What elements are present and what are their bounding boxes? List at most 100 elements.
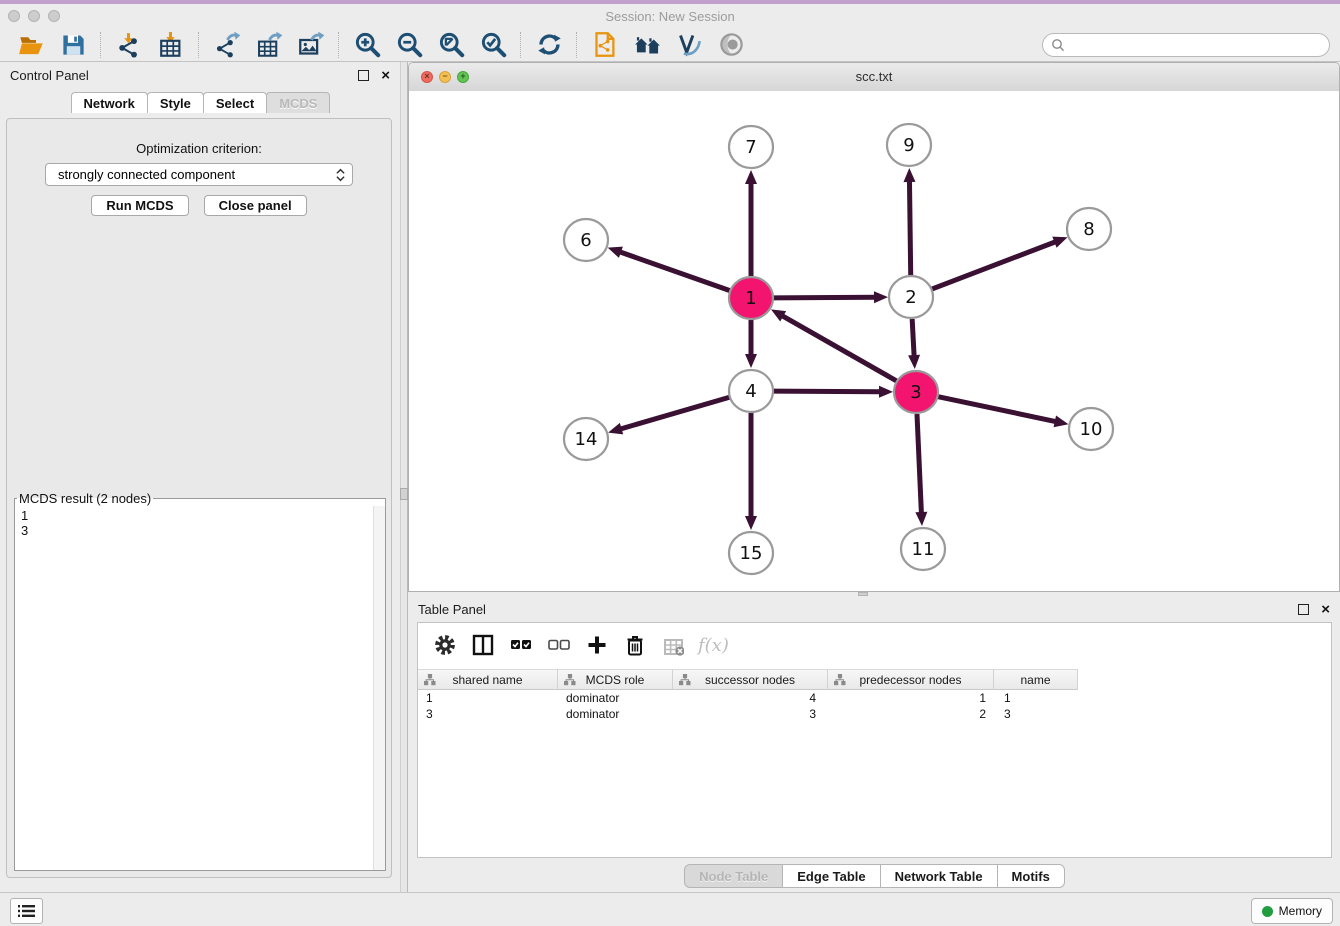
- network-canvas[interactable]: 7 9 6 8 1 2 4 3 14 10 15 11: [409, 91, 1339, 591]
- column-header-MCDS-role[interactable]: MCDS role: [558, 669, 673, 690]
- node-label: 2: [905, 287, 916, 308]
- memory-status-icon: [1262, 906, 1273, 917]
- cell-name[interactable]: 1: [994, 690, 1078, 706]
- graph-node-9[interactable]: 9: [887, 124, 931, 166]
- edge-3-11[interactable]: [917, 414, 921, 514]
- column-header-predecessor-nodes[interactable]: predecessor nodes: [828, 669, 994, 690]
- main-toolbar: [0, 28, 1340, 62]
- column-label: shared name: [452, 673, 522, 687]
- column-view-icon[interactable]: [468, 630, 498, 660]
- cell-successor-nodes[interactable]: 3: [673, 706, 828, 722]
- edge-3-1[interactable]: [781, 315, 896, 381]
- zoom-out-icon[interactable]: [394, 30, 424, 60]
- table-row[interactable]: 3dominator323: [418, 706, 1331, 722]
- cell-MCDS-role[interactable]: dominator: [558, 706, 673, 722]
- column-type-icon: [679, 674, 691, 689]
- edge-3-10[interactable]: [938, 397, 1057, 422]
- graph-node-1[interactable]: 1: [729, 277, 773, 319]
- cell-shared-name[interactable]: 1: [418, 690, 558, 706]
- run-mcds-button[interactable]: Run MCDS: [91, 195, 188, 216]
- column-header-successor-nodes[interactable]: successor nodes: [673, 669, 828, 690]
- vizmapper-icon[interactable]: [674, 30, 704, 60]
- refresh-icon[interactable]: [534, 30, 564, 60]
- edge-2-3[interactable]: [912, 319, 914, 357]
- import-network-icon[interactable]: [114, 30, 144, 60]
- column-header-name[interactable]: name: [994, 669, 1078, 690]
- graph-node-6[interactable]: 6: [564, 219, 608, 261]
- vertical-splitter[interactable]: [400, 62, 408, 892]
- edge-arrowhead-1-6: [608, 247, 623, 258]
- export-table-icon[interactable]: [254, 30, 284, 60]
- delete-icon[interactable]: [620, 630, 650, 660]
- edge-4-3[interactable]: [773, 391, 881, 392]
- tab-mcds[interactable]: MCDS: [266, 92, 330, 113]
- tab-network[interactable]: Network: [71, 92, 148, 113]
- edge-4-14[interactable]: [620, 397, 730, 429]
- close-table-panel-icon[interactable]: ×: [1321, 605, 1330, 614]
- edge-2-9[interactable]: [909, 180, 910, 275]
- column-type-icon: [424, 674, 436, 689]
- zoom-selected-icon[interactable]: [478, 30, 508, 60]
- column-header-shared-name[interactable]: shared name: [418, 669, 558, 690]
- export-image-icon[interactable]: [296, 30, 326, 60]
- select-all-icon[interactable]: [506, 630, 536, 660]
- select-stepper-icon: [336, 168, 345, 182]
- graph-node-8[interactable]: 8: [1067, 208, 1111, 250]
- result-scrollbar[interactable]: [373, 506, 385, 870]
- graph-node-11[interactable]: 11: [901, 528, 945, 570]
- cell-name[interactable]: 3: [994, 706, 1078, 722]
- add-icon[interactable]: [582, 630, 612, 660]
- close-panel-button[interactable]: Close panel: [204, 195, 307, 216]
- tab-edge-table[interactable]: Edge Table: [782, 864, 880, 888]
- edge-1-6[interactable]: [619, 252, 730, 291]
- mcds-result-fieldset: MCDS result (2 nodes) 13: [14, 491, 386, 871]
- criterion-select[interactable]: strongly connected component: [45, 163, 353, 186]
- mcds-result-textarea[interactable]: 13: [15, 506, 385, 870]
- search-input[interactable]: [1070, 37, 1321, 53]
- edge-1-2[interactable]: [773, 297, 876, 298]
- task-history-button[interactable]: [10, 898, 43, 924]
- cell-predecessor-nodes[interactable]: 2: [828, 706, 994, 722]
- close-panel-icon[interactable]: ×: [381, 71, 390, 80]
- save-icon[interactable]: [58, 30, 88, 60]
- memory-button[interactable]: Memory: [1251, 898, 1333, 924]
- unselect-all-icon[interactable]: [544, 630, 574, 660]
- open-folder-icon[interactable]: [16, 30, 46, 60]
- cell-shared-name[interactable]: 3: [418, 706, 558, 722]
- graph-node-4[interactable]: 4: [729, 370, 773, 412]
- tab-motifs[interactable]: Motifs: [997, 864, 1065, 888]
- cell-MCDS-role[interactable]: dominator: [558, 690, 673, 706]
- tab-network-table[interactable]: Network Table: [880, 864, 998, 888]
- gear-icon[interactable]: [430, 630, 460, 660]
- graph-node-14[interactable]: 14: [564, 418, 608, 460]
- graph-node-7[interactable]: 7: [729, 126, 773, 168]
- edge-2-8[interactable]: [932, 241, 1057, 289]
- graph-node-3[interactable]: 3: [894, 371, 938, 413]
- toolbar-separator: [338, 32, 340, 58]
- import-table-icon[interactable]: [156, 30, 186, 60]
- table-row[interactable]: 1dominator411: [418, 690, 1331, 706]
- eye-icon[interactable]: [716, 30, 746, 60]
- tab-style[interactable]: Style: [147, 92, 204, 113]
- edge-arrowhead-1-2: [874, 291, 888, 303]
- graph-node-10[interactable]: 10: [1069, 408, 1113, 450]
- tab-select[interactable]: Select: [203, 92, 267, 113]
- float-panel-icon[interactable]: [358, 70, 369, 81]
- network-window-titlebar[interactable]: × − + scc.txt: [409, 63, 1339, 92]
- graph-node-2[interactable]: 2: [889, 276, 933, 318]
- float-table-panel-icon[interactable]: [1298, 604, 1309, 615]
- tab-node-table[interactable]: Node Table: [684, 864, 783, 888]
- graph-node-15[interactable]: 15: [729, 532, 773, 574]
- cell-successor-nodes[interactable]: 4: [673, 690, 828, 706]
- home-icon[interactable]: [632, 30, 662, 60]
- zoom-in-icon[interactable]: [352, 30, 382, 60]
- search-box[interactable]: [1042, 33, 1330, 57]
- network-graph[interactable]: 7 9 6 8 1 2 4 3 14 10 15 11: [409, 91, 1339, 591]
- vertical-splitter-handle[interactable]: [400, 488, 408, 500]
- network-file-icon[interactable]: [590, 30, 620, 60]
- export-network-icon[interactable]: [212, 30, 242, 60]
- edge-arrowhead-3-10: [1054, 415, 1069, 427]
- toolbar-icon-strip: [0, 30, 752, 60]
- zoom-fit-icon[interactable]: [436, 30, 466, 60]
- cell-predecessor-nodes[interactable]: 1: [828, 690, 994, 706]
